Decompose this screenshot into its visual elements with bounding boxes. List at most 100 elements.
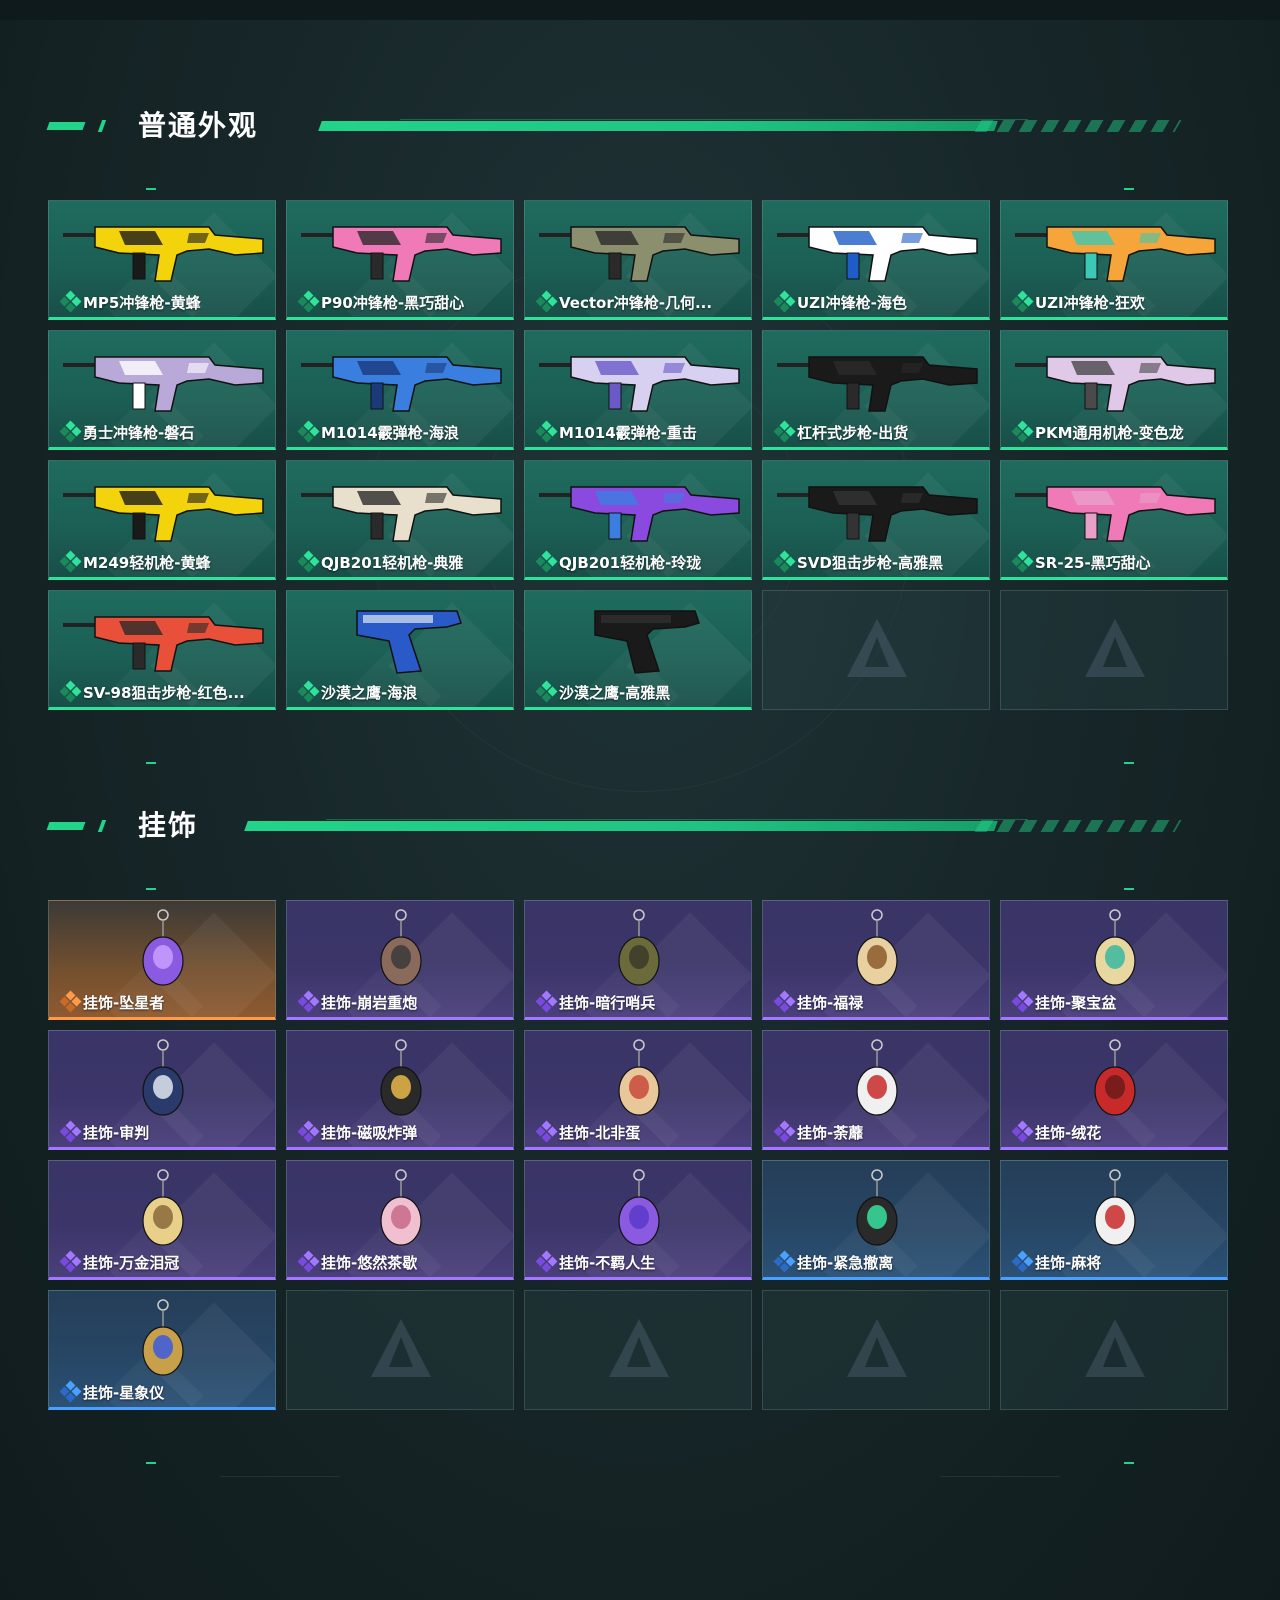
- item-card[interactable]: 挂饰-磁吸炸弹: [286, 1030, 514, 1150]
- item-card[interactable]: 挂饰-坠星者: [48, 900, 276, 1020]
- item-card[interactable]: 挂饰-星象仪: [48, 1290, 276, 1410]
- item-name: M1014霰弹枪-重击: [559, 424, 697, 442]
- item-name: M249轻机枪-黄蜂: [83, 554, 211, 572]
- item-grid: 挂饰-坠星者 挂饰-崩岩重炮 挂饰-暗行哨兵 挂饰-福禄 挂饰-聚宝盆 挂饰-审…: [48, 900, 1228, 1410]
- header-thin-line: [326, 819, 1028, 820]
- rarity-purple-icon: [297, 1120, 320, 1143]
- item-card[interactable]: UZI冲锋枪-狂欢: [1000, 200, 1228, 320]
- logo-emblem-icon: [847, 619, 907, 677]
- item-name: 挂饰-审判: [83, 1124, 150, 1142]
- item-card[interactable]: 挂饰-悠然茶歇: [286, 1160, 514, 1280]
- header-line: [318, 121, 998, 131]
- item-card[interactable]: 挂饰-不羁人生: [524, 1160, 752, 1280]
- item-card[interactable]: UZI冲锋枪-海色: [762, 200, 990, 320]
- empty-slot: [1000, 1290, 1228, 1410]
- empty-slot: [762, 1290, 990, 1410]
- item-name: 挂饰-紧急撤离: [797, 1254, 894, 1272]
- item-name: 勇士冲锋枪-磐石: [83, 424, 195, 442]
- item-card[interactable]: 挂饰-福禄: [762, 900, 990, 1020]
- item-card[interactable]: 挂饰-绒花: [1000, 1030, 1228, 1150]
- item-card[interactable]: 杠杆式步枪-出货: [762, 330, 990, 450]
- empty-slot: [286, 1290, 514, 1410]
- rarity-green-icon: [1011, 290, 1034, 313]
- item-grid: MP5冲锋枪-黄蜂 P90冲锋枪-黑巧甜心 Vector冲锋枪-几何... UZ…: [48, 200, 1228, 710]
- rarity-purple-icon: [773, 990, 796, 1013]
- item-name: SVD狙击步枪-高雅黑: [797, 554, 944, 572]
- item-name: 挂饰-荼蘼: [797, 1124, 864, 1142]
- item-card[interactable]: QJB201轻机枪-玲珑: [524, 460, 752, 580]
- rarity-purple-icon: [297, 990, 320, 1013]
- corner-tick: [1124, 762, 1134, 764]
- item-name: 杠杆式步枪-出货: [797, 424, 909, 442]
- item-card[interactable]: 挂饰-紧急撤离: [762, 1160, 990, 1280]
- logo-emblem-icon: [1085, 1319, 1145, 1377]
- rarity-green-icon: [297, 290, 320, 313]
- item-name: QJB201轻机枪-典雅: [321, 554, 464, 572]
- corner-tick: [1124, 188, 1134, 190]
- rarity-green-icon: [535, 290, 558, 313]
- rarity-green-icon: [59, 550, 82, 573]
- item-name: 挂饰-星象仪: [83, 1384, 165, 1402]
- item-card[interactable]: 挂饰-北非蛋: [524, 1030, 752, 1150]
- item-card[interactable]: MP5冲锋枪-黄蜂: [48, 200, 276, 320]
- item-name: 挂饰-坠星者: [83, 994, 165, 1012]
- item-card[interactable]: SR-25-黑巧甜心: [1000, 460, 1228, 580]
- corner-tick: [146, 762, 156, 764]
- rarity-purple-icon: [535, 1120, 558, 1143]
- item-name: 挂饰-崩岩重炮: [321, 994, 418, 1012]
- header-stripes: [974, 820, 1182, 832]
- empty-slot: [524, 1290, 752, 1410]
- item-card[interactable]: M249轻机枪-黄蜂: [48, 460, 276, 580]
- corner-tick: [146, 188, 156, 190]
- item-name: QJB201轻机枪-玲珑: [559, 554, 702, 572]
- item-name: UZI冲锋枪-海色: [797, 294, 907, 312]
- item-name: 挂饰-暗行哨兵: [559, 994, 656, 1012]
- section-title: 挂饰: [138, 809, 199, 842]
- item-card[interactable]: M1014霰弹枪-重击: [524, 330, 752, 450]
- item-card[interactable]: 挂饰-聚宝盆: [1000, 900, 1228, 1020]
- rarity-green-icon: [773, 290, 796, 313]
- rarity-green-icon: [297, 680, 320, 703]
- rarity-green-icon: [59, 290, 82, 313]
- item-card[interactable]: SV-98狙击步枪-红色...: [48, 590, 276, 710]
- item-card[interactable]: 挂饰-暗行哨兵: [524, 900, 752, 1020]
- item-card[interactable]: 挂饰-万金泪冠: [48, 1160, 276, 1280]
- rarity-purple-icon: [535, 990, 558, 1013]
- rarity-orange-icon: [59, 990, 82, 1013]
- item-card[interactable]: PKM通用机枪-变色龙: [1000, 330, 1228, 450]
- item-card[interactable]: Vector冲锋枪-几何...: [524, 200, 752, 320]
- item-name: 沙漠之鹰-海浪: [321, 684, 418, 702]
- item-card[interactable]: 挂饰-麻将: [1000, 1160, 1228, 1280]
- corner-tick: [1124, 888, 1134, 890]
- item-card[interactable]: 挂饰-荼蘼: [762, 1030, 990, 1150]
- header-line: [244, 821, 998, 831]
- corner-tick: [146, 888, 156, 890]
- rarity-blue-icon: [773, 1250, 796, 1273]
- section-title: 普通外观: [138, 109, 259, 142]
- rarity-purple-icon: [1011, 990, 1034, 1013]
- item-card[interactable]: 挂饰-审判: [48, 1030, 276, 1150]
- item-card[interactable]: QJB201轻机枪-典雅: [286, 460, 514, 580]
- item-name: 挂饰-绒花: [1035, 1124, 1102, 1142]
- item-name: 挂饰-磁吸炸弹: [321, 1124, 418, 1142]
- item-card[interactable]: 勇士冲锋枪-磐石: [48, 330, 276, 450]
- item-name: MP5冲锋枪-黄蜂: [83, 294, 201, 312]
- item-card[interactable]: M1014霰弹枪-海浪: [286, 330, 514, 450]
- section-header: 挂饰: [46, 808, 1200, 848]
- item-card[interactable]: SVD狙击步枪-高雅黑: [762, 460, 990, 580]
- rarity-green-icon: [773, 420, 796, 443]
- rarity-green-icon: [1011, 550, 1034, 573]
- section-header: 普通外观: [46, 108, 1200, 148]
- item-card[interactable]: 挂饰-崩岩重炮: [286, 900, 514, 1020]
- rarity-purple-icon: [773, 1120, 796, 1143]
- rarity-green-icon: [59, 420, 82, 443]
- rarity-green-icon: [535, 550, 558, 573]
- item-card[interactable]: 沙漠之鹰-高雅黑: [524, 590, 752, 710]
- rarity-purple-icon: [297, 1250, 320, 1273]
- item-card[interactable]: 沙漠之鹰-海浪: [286, 590, 514, 710]
- item-card[interactable]: P90冲锋枪-黑巧甜心: [286, 200, 514, 320]
- item-name: Vector冲锋枪-几何...: [559, 294, 713, 312]
- item-name: PKM通用机枪-变色龙: [1035, 424, 1184, 442]
- item-name: 挂饰-聚宝盆: [1035, 994, 1117, 1012]
- rarity-purple-icon: [1011, 1120, 1034, 1143]
